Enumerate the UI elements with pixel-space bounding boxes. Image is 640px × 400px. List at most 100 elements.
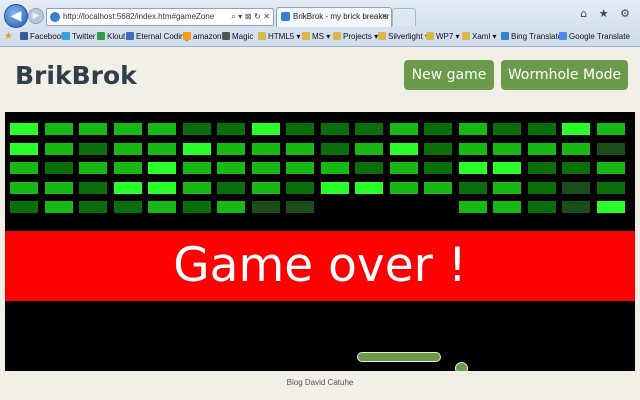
favorite-label: Xaml ▾	[472, 32, 497, 41]
tab-close-icon[interactable]: ✕	[381, 8, 388, 26]
brick	[251, 142, 280, 155]
footer: Blog David Catuhe	[0, 371, 640, 400]
brick	[596, 201, 625, 213]
brick	[79, 201, 107, 213]
game-zone[interactable]: Game over !	[5, 112, 635, 371]
brick	[355, 123, 383, 135]
brick	[527, 201, 556, 213]
brick	[182, 162, 211, 174]
favorite-label: Twitter	[72, 32, 96, 41]
forward-arrow-icon[interactable]: ▶	[28, 8, 44, 24]
address-bar[interactable]: http://localhost:5682/index.htm#gameZone…	[46, 8, 274, 26]
brick	[320, 123, 349, 135]
brick	[286, 162, 314, 174]
paddle[interactable]	[357, 352, 441, 362]
brick	[148, 201, 176, 213]
brick	[596, 181, 625, 194]
new-game-button[interactable]: New game	[404, 60, 494, 90]
wormhole-mode-button[interactable]: Wormhole Mode	[501, 60, 628, 90]
brick	[182, 181, 211, 194]
favorite-item[interactable]: Google Translate	[559, 28, 630, 46]
favorite-item[interactable]: Silverlight ▾	[378, 28, 429, 46]
brick	[355, 162, 383, 174]
favorite-item[interactable]: MS ▾	[302, 28, 330, 46]
app-title: BrikBrok	[15, 61, 137, 90]
brick	[148, 162, 176, 174]
favorite-icon	[183, 32, 191, 40]
tab-title: BrikBrok - my brick breaker ...	[293, 12, 392, 21]
brick	[493, 142, 521, 155]
brick	[10, 181, 38, 194]
browser-tab[interactable]: BrikBrok - my brick breaker ... ✕	[276, 7, 392, 27]
brick	[217, 162, 245, 174]
brick	[562, 142, 590, 155]
brick	[355, 181, 383, 194]
favorites-star-icon[interactable]: ★	[4, 28, 13, 46]
brick	[355, 142, 383, 155]
favorite-icon	[62, 32, 70, 40]
favorite-item[interactable]: Facebook	[20, 28, 65, 46]
brick	[10, 142, 38, 155]
brick	[251, 181, 280, 194]
brick	[10, 162, 38, 174]
brick	[44, 201, 73, 213]
favorite-label: WP7 ▾	[436, 32, 460, 41]
back-arrow-icon[interactable]: ◀	[4, 4, 28, 28]
brick	[493, 201, 521, 213]
browser-right-icons[interactable]: ⌂ ★ ⚙	[580, 7, 634, 20]
brick	[320, 142, 349, 155]
brick	[562, 201, 590, 213]
brick	[458, 123, 487, 135]
favorite-item[interactable]: HTML5 ▾	[258, 28, 300, 46]
favorite-item[interactable]: WP7 ▾	[426, 28, 460, 46]
favorite-icon	[333, 32, 341, 40]
address-tools-icons[interactable]: ⌕ ▾ ⊠ ↻ ✕	[231, 9, 270, 25]
favorite-label: HTML5 ▾	[268, 32, 301, 41]
brick	[424, 123, 452, 135]
favorite-icon	[426, 32, 434, 40]
brick	[217, 142, 245, 155]
brick	[148, 123, 176, 135]
brick	[493, 162, 521, 174]
favorite-item[interactable]: Twitter	[62, 28, 96, 46]
favorite-icon	[378, 32, 386, 40]
favorite-item[interactable]: Magic	[222, 28, 253, 46]
brick	[113, 123, 142, 135]
brick	[79, 181, 107, 194]
brick	[251, 123, 280, 135]
favorite-item[interactable]: Eternal Coding	[126, 28, 189, 46]
favorite-label: Magic	[232, 32, 254, 41]
favorite-item[interactable]: Projects ▾	[333, 28, 378, 46]
favorite-item[interactable]: Xaml ▾	[462, 28, 496, 46]
new-tab-button[interactable]	[392, 8, 416, 26]
tab-favicon-icon	[281, 12, 290, 22]
brick	[389, 181, 418, 194]
ie-page-icon	[50, 12, 60, 22]
favorites-bar: ★ Facebook Twitter Klout Eternal Coding amaz…	[0, 28, 640, 46]
brick	[424, 142, 452, 155]
brick	[320, 162, 349, 174]
brick	[182, 201, 211, 213]
brick	[458, 162, 487, 174]
favorite-label: MS ▾	[312, 32, 331, 41]
brick	[320, 181, 349, 194]
brick	[44, 181, 73, 194]
brick	[44, 142, 73, 155]
brick	[562, 181, 590, 194]
favorite-item[interactable]: Klout	[97, 28, 125, 46]
favorite-item[interactable]: Bing Translator	[501, 28, 565, 46]
brick	[286, 201, 314, 213]
favorite-label: Silverlight ▾	[388, 32, 429, 41]
favorite-label: Bing Translator	[511, 32, 565, 41]
brick	[148, 181, 176, 194]
favorite-label: Projects ▾	[343, 32, 379, 41]
brick	[217, 201, 245, 213]
brick	[389, 123, 418, 135]
brick	[182, 123, 211, 135]
favorite-icon	[97, 32, 105, 40]
favorite-icon	[20, 32, 28, 40]
brick	[596, 162, 625, 174]
brick	[113, 201, 142, 213]
brick	[44, 162, 73, 174]
brick	[596, 142, 625, 155]
